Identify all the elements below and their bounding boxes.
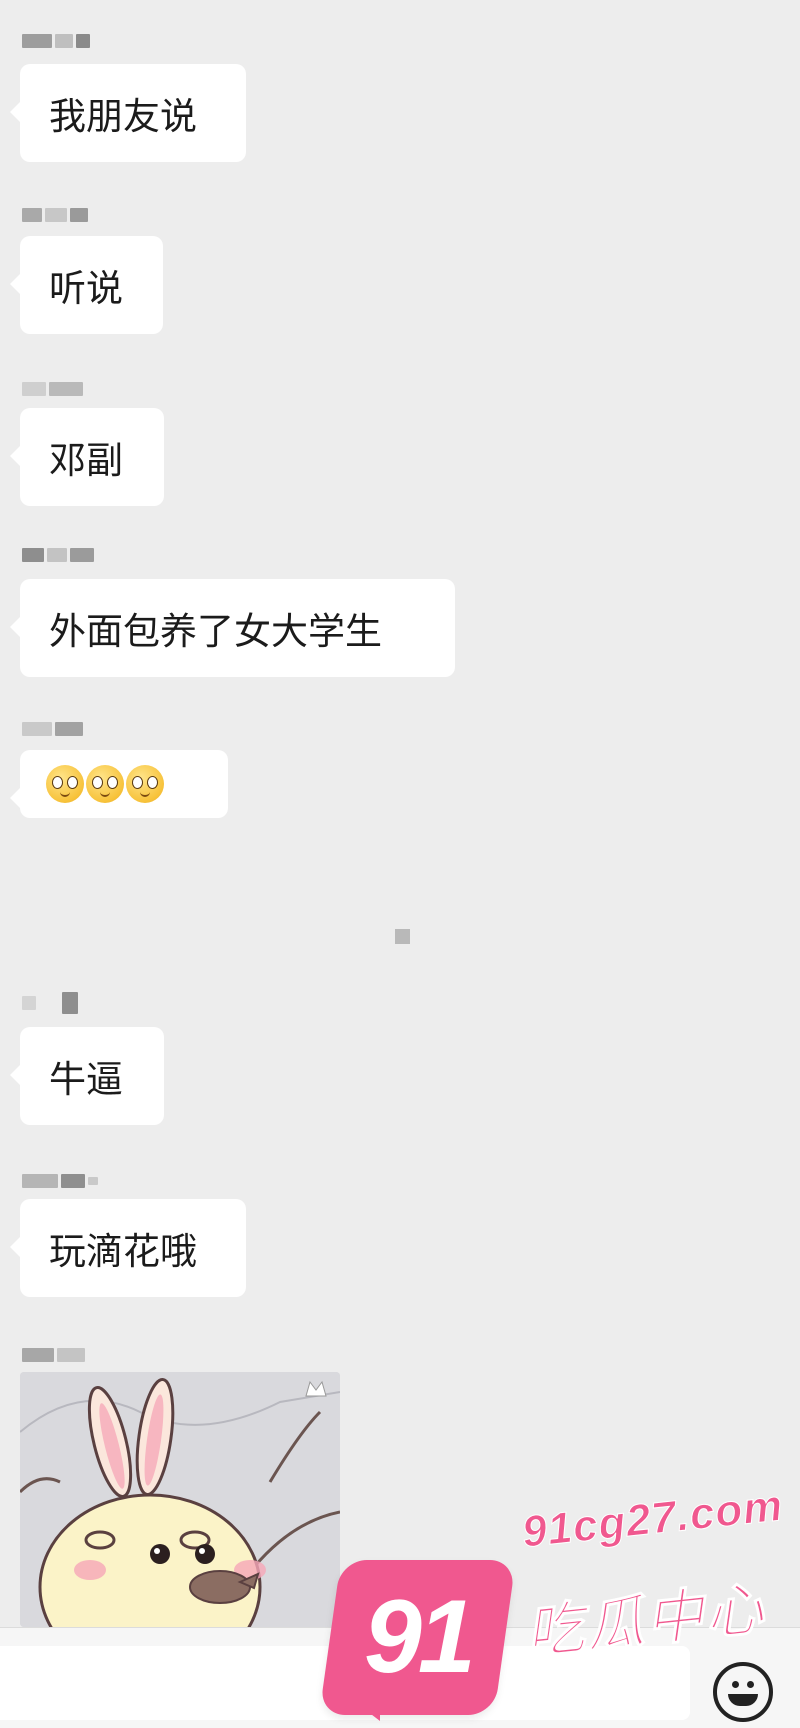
sender-name-redacted	[22, 992, 78, 1014]
message-bubble[interactable]: 牛逼	[10, 1027, 164, 1125]
message-bubble[interactable]: 外面包养了女大学生	[10, 579, 455, 677]
rabbit-eating-sticker[interactable]	[20, 1372, 340, 1627]
watermark-badge-tail	[346, 1695, 380, 1721]
watermark-name: 吃瓜中心	[522, 1574, 769, 1668]
message-text: 听说	[49, 267, 123, 310]
message-bubble[interactable]	[10, 750, 228, 818]
message-bubble[interactable]: 听说	[10, 236, 163, 334]
smile-sweat-emoji	[126, 765, 164, 803]
message-text: 外面包养了女大学生	[49, 610, 382, 653]
message-text: 牛逼	[49, 1058, 123, 1101]
smile-sweat-emoji	[46, 765, 84, 803]
watermark-logo-badge: 91	[319, 1560, 516, 1715]
sender-name-redacted	[22, 1172, 98, 1190]
watermark-domain: 91cg27.com	[519, 1480, 786, 1558]
redacted-system-notice	[395, 929, 410, 944]
message-bubble[interactable]: 我朋友说	[10, 64, 246, 162]
message-text: 我朋友说	[49, 95, 197, 138]
message-bubble[interactable]: 玩滴花哦	[10, 1199, 246, 1297]
sender-name-redacted	[22, 380, 83, 398]
message-text: 玩滴花哦	[49, 1230, 197, 1273]
sender-name-redacted	[22, 32, 90, 50]
smile-sweat-emoji	[86, 765, 124, 803]
watermark: 91 91cg27.com 吃瓜中心	[319, 1480, 800, 1721]
sender-name-redacted	[22, 720, 83, 738]
message-bubble[interactable]: 邓副	[10, 408, 164, 506]
sender-name-redacted	[22, 1346, 85, 1364]
chat-area: 我朋友说 听说 邓副 外面包养了女大学生 牛逼 玩滴花哦	[0, 0, 800, 1627]
sender-name-redacted	[22, 206, 88, 224]
message-text: 邓副	[49, 439, 123, 482]
sender-name-redacted	[22, 546, 94, 564]
